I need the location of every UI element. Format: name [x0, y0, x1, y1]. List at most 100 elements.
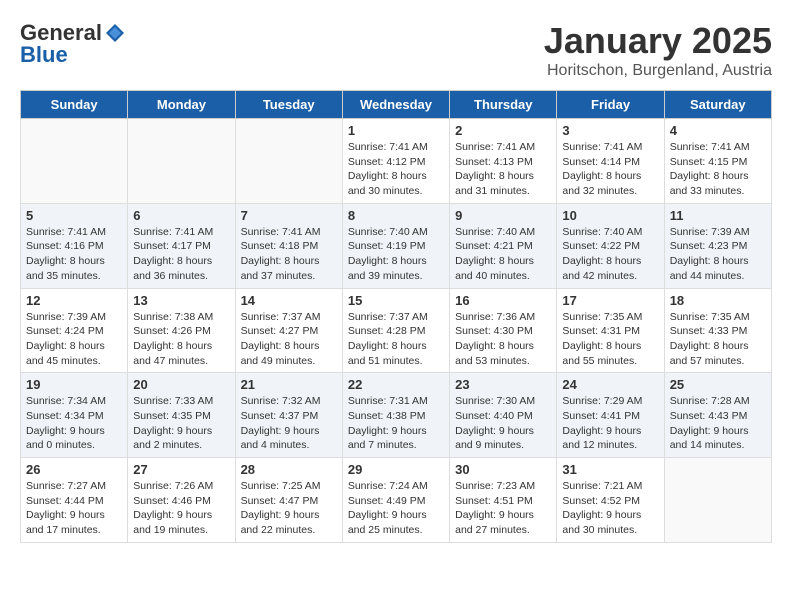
calendar-cell: 21Sunrise: 7:32 AM Sunset: 4:37 PM Dayli… — [235, 373, 342, 458]
calendar-cell: 8 Sunrise: 7:40 AM Sunset: 4:19 PM Daylig… — [342, 203, 449, 288]
day-info: Sunrise: 7:25 AM Sunset: 4:47 PM Dayligh… — [241, 479, 337, 538]
day-number: 28 — [241, 462, 337, 477]
day-info: Sunrise: 7:40 AM Sunset: 4:21 PM Dayligh… — [455, 225, 551, 284]
week-row-2: 12 Sunrise: 7:39 AM Sunset: 4:24 PM Dayli… — [21, 288, 772, 373]
day-info: Sunrise: 7:37 AM Sunset: 4:27 PM Dayligh… — [241, 310, 337, 369]
calendar-cell: 25 Sunrise: 7:28 AM Sunset: 4:43 PM Dayli… — [664, 373, 771, 458]
header-wednesday: Wednesday — [342, 91, 449, 119]
calendar-cell: 15 Sunrise: 7:37 AM Sunset: 4:28 PM Dayli… — [342, 288, 449, 373]
day-number: 14 — [241, 293, 337, 308]
day-number: 29 — [348, 462, 444, 477]
calendar-cell: 11 Sunrise: 7:39 AM Sunset: 4:23 PM Dayli… — [664, 203, 771, 288]
day-info: Sunrise: 7:34 AM Sunset: 4:34 PM Dayligh… — [26, 394, 122, 453]
header-friday: Friday — [557, 91, 664, 119]
calendar-cell: 5 Sunrise: 7:41 AM Sunset: 4:16 PM Daylig… — [21, 203, 128, 288]
calendar-subtitle: Horitschon, Burgenland, Austria — [544, 62, 772, 80]
logo-icon — [104, 22, 126, 44]
calendar-cell — [21, 119, 128, 204]
day-number: 12 — [26, 293, 122, 308]
day-number: 26 — [26, 462, 122, 477]
calendar-cell: 18 Sunrise: 7:35 AM Sunset: 4:33 PM Dayli… — [664, 288, 771, 373]
header-monday: Monday — [128, 91, 235, 119]
day-number: 8 — [348, 208, 444, 223]
day-info: Sunrise: 7:32 AM Sunset: 4:37 PM Dayligh… — [241, 394, 337, 453]
header-saturday: Saturday — [664, 91, 771, 119]
day-number: 6 — [133, 208, 229, 223]
day-number: 23 — [455, 377, 551, 392]
calendar-cell — [235, 119, 342, 204]
day-number: 16 — [455, 293, 551, 308]
day-info: Sunrise: 7:30 AM Sunset: 4:40 PM Dayligh… — [455, 394, 551, 453]
calendar-cell: 7 Sunrise: 7:41 AM Sunset: 4:18 PM Daylig… — [235, 203, 342, 288]
day-number: 2 — [455, 123, 551, 138]
calendar-cell: 30 Sunrise: 7:23 AM Sunset: 4:51 PM Dayli… — [450, 458, 557, 543]
calendar-cell: 3 Sunrise: 7:41 AM Sunset: 4:14 PM Daylig… — [557, 119, 664, 204]
calendar-cell: 2 Sunrise: 7:41 AM Sunset: 4:13 PM Daylig… — [450, 119, 557, 204]
calendar-cell: 13 Sunrise: 7:38 AM Sunset: 4:26 PM Dayli… — [128, 288, 235, 373]
day-number: 13 — [133, 293, 229, 308]
day-number: 18 — [670, 293, 766, 308]
page-header: General Blue January 2025 Horitschon, Bu… — [20, 20, 772, 80]
day-info: Sunrise: 7:41 AM Sunset: 4:15 PM Dayligh… — [670, 140, 766, 199]
day-info: Sunrise: 7:27 AM Sunset: 4:44 PM Dayligh… — [26, 479, 122, 538]
day-number: 22 — [348, 377, 444, 392]
day-info: Sunrise: 7:41 AM Sunset: 4:14 PM Dayligh… — [562, 140, 658, 199]
day-info: Sunrise: 7:41 AM Sunset: 4:18 PM Dayligh… — [241, 225, 337, 284]
day-info: Sunrise: 7:37 AM Sunset: 4:28 PM Dayligh… — [348, 310, 444, 369]
calendar-cell: 16 Sunrise: 7:36 AM Sunset: 4:30 PM Dayli… — [450, 288, 557, 373]
day-info: Sunrise: 7:40 AM Sunset: 4:19 PM Dayligh… — [348, 225, 444, 284]
calendar-cell: 14 Sunrise: 7:37 AM Sunset: 4:27 PM Dayli… — [235, 288, 342, 373]
day-number: 31 — [562, 462, 658, 477]
calendar-cell: 4 Sunrise: 7:41 AM Sunset: 4:15 PM Daylig… — [664, 119, 771, 204]
day-number: 25 — [670, 377, 766, 392]
day-number: 19 — [26, 377, 122, 392]
calendar-cell: 12 Sunrise: 7:39 AM Sunset: 4:24 PM Dayli… — [21, 288, 128, 373]
day-number: 24 — [562, 377, 658, 392]
day-info: Sunrise: 7:38 AM Sunset: 4:26 PM Dayligh… — [133, 310, 229, 369]
day-info: Sunrise: 7:24 AM Sunset: 4:49 PM Dayligh… — [348, 479, 444, 538]
calendar-cell: 22 Sunrise: 7:31 AM Sunset: 4:38 PM Dayli… — [342, 373, 449, 458]
calendar-cell: 10Sunrise: 7:40 AM Sunset: 4:22 PM Dayli… — [557, 203, 664, 288]
day-info: Sunrise: 7:35 AM Sunset: 4:33 PM Dayligh… — [670, 310, 766, 369]
calendar-cell: 19 Sunrise: 7:34 AM Sunset: 4:34 PM Dayli… — [21, 373, 128, 458]
day-info: Sunrise: 7:31 AM Sunset: 4:38 PM Dayligh… — [348, 394, 444, 453]
calendar-cell: 24Sunrise: 7:29 AM Sunset: 4:41 PM Dayli… — [557, 373, 664, 458]
calendar-cell: 31 Sunrise: 7:21 AM Sunset: 4:52 PM Dayli… — [557, 458, 664, 543]
day-info: Sunrise: 7:39 AM Sunset: 4:23 PM Dayligh… — [670, 225, 766, 284]
header-sunday: Sunday — [21, 91, 128, 119]
day-number: 7 — [241, 208, 337, 223]
calendar-cell: 27 Sunrise: 7:26 AM Sunset: 4:46 PM Dayli… — [128, 458, 235, 543]
day-info: Sunrise: 7:41 AM Sunset: 4:13 PM Dayligh… — [455, 140, 551, 199]
day-info: Sunrise: 7:41 AM Sunset: 4:17 PM Dayligh… — [133, 225, 229, 284]
calendar-cell: 20Sunrise: 7:33 AM Sunset: 4:35 PM Dayli… — [128, 373, 235, 458]
day-info: Sunrise: 7:23 AM Sunset: 4:51 PM Dayligh… — [455, 479, 551, 538]
day-info: Sunrise: 7:39 AM Sunset: 4:24 PM Dayligh… — [26, 310, 122, 369]
calendar-table: SundayMondayTuesdayWednesdayThursdayFrid… — [20, 90, 772, 543]
day-info: Sunrise: 7:21 AM Sunset: 4:52 PM Dayligh… — [562, 479, 658, 538]
calendar-cell: 9 Sunrise: 7:40 AM Sunset: 4:21 PM Daylig… — [450, 203, 557, 288]
day-info: Sunrise: 7:26 AM Sunset: 4:46 PM Dayligh… — [133, 479, 229, 538]
day-number: 5 — [26, 208, 122, 223]
calendar-cell: 26 Sunrise: 7:27 AM Sunset: 4:44 PM Dayli… — [21, 458, 128, 543]
day-number: 1 — [348, 123, 444, 138]
day-number: 27 — [133, 462, 229, 477]
day-number: 30 — [455, 462, 551, 477]
day-number: 9 — [455, 208, 551, 223]
day-number: 3 — [562, 123, 658, 138]
header-tuesday: Tuesday — [235, 91, 342, 119]
day-info: Sunrise: 7:33 AM Sunset: 4:35 PM Dayligh… — [133, 394, 229, 453]
day-number: 10 — [562, 208, 658, 223]
day-info: Sunrise: 7:41 AM Sunset: 4:16 PM Dayligh… — [26, 225, 122, 284]
day-info: Sunrise: 7:41 AM Sunset: 4:12 PM Dayligh… — [348, 140, 444, 199]
calendar-cell — [664, 458, 771, 543]
calendar-title: January 2025 — [544, 20, 772, 62]
logo-blue: Blue — [20, 42, 68, 68]
day-number: 15 — [348, 293, 444, 308]
day-info: Sunrise: 7:36 AM Sunset: 4:30 PM Dayligh… — [455, 310, 551, 369]
calendar-cell: 6 Sunrise: 7:41 AM Sunset: 4:17 PM Daylig… — [128, 203, 235, 288]
day-number: 4 — [670, 123, 766, 138]
calendar-cell: 1 Sunrise: 7:41 AM Sunset: 4:12 PM Daylig… — [342, 119, 449, 204]
day-info: Sunrise: 7:28 AM Sunset: 4:43 PM Dayligh… — [670, 394, 766, 453]
week-row-3: 19 Sunrise: 7:34 AM Sunset: 4:34 PM Dayli… — [21, 373, 772, 458]
day-number: 11 — [670, 208, 766, 223]
